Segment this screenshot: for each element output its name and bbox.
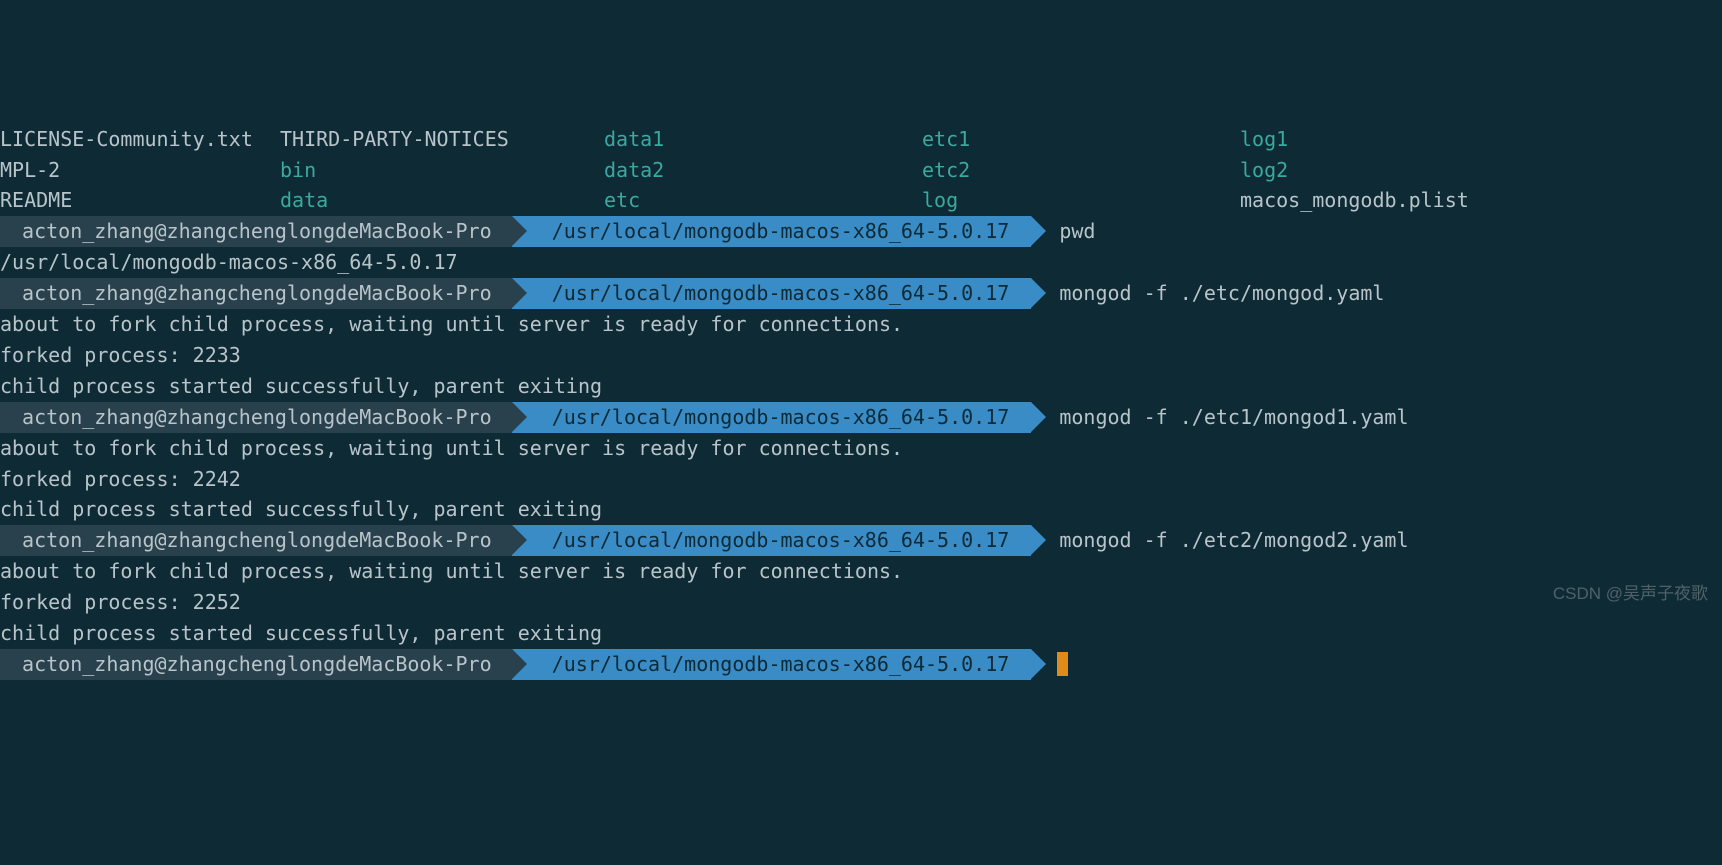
prompt-path: /usr/local/mongodb-macos-x86_64-5.0.17 <box>512 649 1032 680</box>
ls-entry-file: MPL-2 <box>0 155 280 186</box>
prompt-path: /usr/local/mongodb-macos-x86_64-5.0.17 <box>512 278 1032 309</box>
output-line: forked process: 2252 <box>0 587 1722 618</box>
output-line: about to fork child process, waiting unt… <box>0 309 1722 340</box>
ls-entry-dir: data2 <box>604 155 922 186</box>
command-text: mongod -f ./etc/mongod.yaml <box>1031 278 1384 309</box>
prompt-user-host: acton_zhang@zhangchenglongdeMacBook-Pro <box>0 525 512 556</box>
prompt-user-host: acton_zhang@zhangchenglongdeMacBook-Pro <box>0 649 512 680</box>
ls-entry-dir: log1 <box>1240 124 1540 155</box>
ls-entry-dir: log <box>922 185 1240 216</box>
output-line: about to fork child process, waiting unt… <box>0 556 1722 587</box>
prompt-user-host: acton_zhang@zhangchenglongdeMacBook-Pro <box>0 216 512 247</box>
prompt-line[interactable]: acton_zhang@zhangchenglongdeMacBook-Pro … <box>0 216 1722 247</box>
ls-entry-dir: bin <box>280 155 604 186</box>
prompt-path: /usr/local/mongodb-macos-x86_64-5.0.17 <box>512 525 1032 556</box>
ls-entry-dir: etc <box>604 185 922 216</box>
command-text: mongod -f ./etc2/mongod2.yaml <box>1031 525 1408 556</box>
prompt-path: /usr/local/mongodb-macos-x86_64-5.0.17 <box>512 216 1032 247</box>
watermark: CSDN @吴声子夜歌 <box>1553 579 1708 610</box>
ls-entry-file: THIRD-PARTY-NOTICES <box>280 124 604 155</box>
command-text: mongod -f ./etc1/mongod1.yaml <box>1031 402 1408 433</box>
output-line: about to fork child process, waiting unt… <box>0 433 1722 464</box>
ls-row: MPL-2bindata2etc2log2 <box>0 155 1722 186</box>
ls-entry-dir: etc1 <box>922 124 1240 155</box>
prompt-user-host: acton_zhang@zhangchenglongdeMacBook-Pro <box>0 278 512 309</box>
cursor <box>1057 652 1068 676</box>
ls-entry-dir: etc2 <box>922 155 1240 186</box>
ls-entry-dir: data1 <box>604 124 922 155</box>
output-line: /usr/local/mongodb-macos-x86_64-5.0.17 <box>0 247 1722 278</box>
terminal[interactable]: LICENSE-Community.txtTHIRD-PARTY-NOTICES… <box>0 124 1722 680</box>
prompt-path: /usr/local/mongodb-macos-x86_64-5.0.17 <box>512 402 1032 433</box>
ls-entry-file: LICENSE-Community.txt <box>0 124 280 155</box>
prompt-line[interactable]: acton_zhang@zhangchenglongdeMacBook-Pro … <box>0 402 1722 433</box>
output-line: child process started successfully, pare… <box>0 618 1722 649</box>
ls-entry-file: macos_mongodb.plist <box>1240 185 1540 216</box>
ls-entry-file: README <box>0 185 280 216</box>
output-line: child process started successfully, pare… <box>0 371 1722 402</box>
ls-entry-dir: data <box>280 185 604 216</box>
prompt-line[interactable]: acton_zhang@zhangchenglongdeMacBook-Pro … <box>0 525 1722 556</box>
prompt-line[interactable]: acton_zhang@zhangchenglongdeMacBook-Pro … <box>0 278 1722 309</box>
ls-entry-dir: log2 <box>1240 155 1540 186</box>
output-line: forked process: 2242 <box>0 464 1722 495</box>
output-line: child process started successfully, pare… <box>0 494 1722 525</box>
ls-row: READMEdataetclogmacos_mongodb.plist <box>0 185 1722 216</box>
prompt-line[interactable]: acton_zhang@zhangchenglongdeMacBook-Pro … <box>0 649 1722 680</box>
ls-row: LICENSE-Community.txtTHIRD-PARTY-NOTICES… <box>0 124 1722 155</box>
prompt-user-host: acton_zhang@zhangchenglongdeMacBook-Pro <box>0 402 512 433</box>
output-line: forked process: 2233 <box>0 340 1722 371</box>
